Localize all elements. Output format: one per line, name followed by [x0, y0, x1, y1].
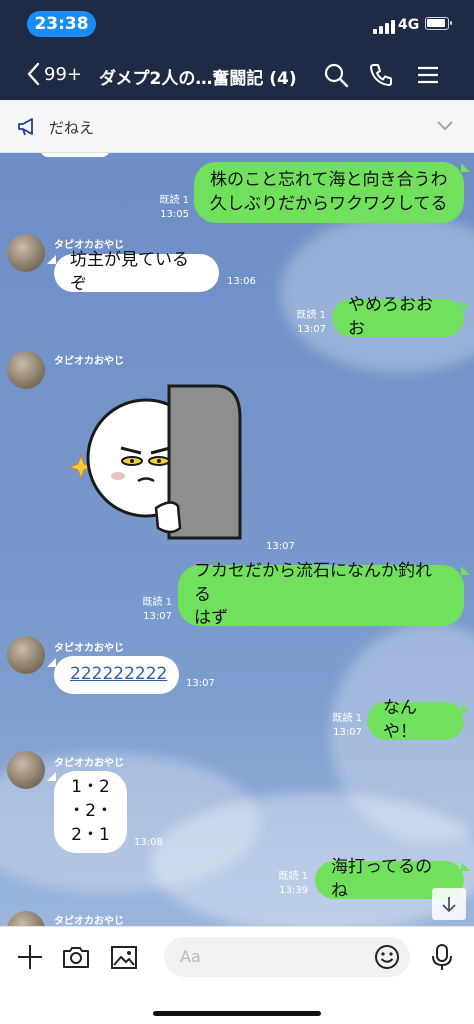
message-bubble-outgoing[interactable]: 株のこと忘れて海と向き合うわ 久しぶりだからワクワクしてる: [194, 162, 464, 223]
chat-header: 99+ ダメプ2人の…奮闘記 (4): [0, 46, 474, 100]
chevron-left-icon: [27, 62, 40, 86]
sender-name: タピオカおやじ: [54, 916, 124, 926]
message-bubble-incoming[interactable]: 1・2 ・2・ 2・1: [54, 771, 127, 853]
message-meta: 既読 1 13:39: [278, 871, 308, 896]
message-time: 13:07: [186, 678, 215, 689]
phone-number-link[interactable]: 222222222: [70, 663, 167, 687]
message-bubble-incoming[interactable]: 222222222: [54, 656, 179, 694]
search-icon[interactable]: [323, 62, 349, 88]
scroll-to-bottom-button[interactable]: [432, 888, 466, 920]
message-input[interactable]: Aa: [164, 937, 410, 977]
sticker[interactable]: [66, 378, 246, 548]
avatar[interactable]: [7, 636, 45, 674]
home-indicator: [153, 1011, 321, 1016]
sender-name: タピオカおやじ: [54, 643, 124, 654]
plus-icon[interactable]: [15, 942, 45, 972]
chevron-down-icon[interactable]: [436, 120, 454, 132]
arrow-down-icon: [442, 897, 456, 913]
emoji-icon[interactable]: [374, 944, 400, 970]
message-meta: 既読 1 13:07: [296, 310, 326, 335]
battery-icon: [425, 17, 452, 30]
microphone-icon[interactable]: [427, 942, 457, 972]
megaphone-icon: [18, 118, 33, 136]
network-label: 4G: [398, 17, 420, 33]
sender-name: タピオカおやじ: [54, 356, 124, 367]
message-time: 13:07: [266, 541, 295, 552]
status-bar: 23:38 4G: [0, 0, 474, 46]
previous-bubble: [40, 153, 110, 157]
message-bubble-outgoing[interactable]: やめろおおお: [332, 295, 464, 339]
chat-title[interactable]: ダメプ2人の…奮闘記 (4): [99, 64, 299, 89]
avatar[interactable]: [7, 351, 45, 389]
camera-icon[interactable]: [61, 942, 91, 972]
message-bubble-outgoing[interactable]: なんや！: [367, 698, 464, 742]
message-meta: 既読 1 13:07: [142, 597, 172, 622]
back-button[interactable]: 99+: [26, 60, 82, 88]
sender-name: タピオカおやじ: [54, 758, 124, 769]
input-placeholder: Aa: [180, 947, 201, 966]
input-bar: Aa: [0, 926, 474, 1024]
message-bubble-incoming[interactable]: 坊主が見ているぞ: [54, 250, 219, 294]
avatar[interactable]: [7, 911, 45, 926]
unread-count: 99+: [44, 63, 82, 85]
chat-area[interactable]: 既読 1 13:05 株のこと忘れて海と向き合うわ 久しぶりだからワクワクしてる タ…: [0, 153, 474, 926]
avatar[interactable]: [7, 751, 45, 789]
signal-icon: [373, 20, 395, 34]
status-time: 23:38: [27, 11, 96, 37]
phone-icon[interactable]: [368, 62, 394, 88]
message-bubble-outgoing[interactable]: フカセだから流石になんか釣れる はず: [178, 561, 464, 628]
announcement-text: だねえ: [49, 119, 95, 137]
message-time: 13:06: [227, 276, 256, 287]
image-icon[interactable]: [109, 942, 139, 972]
message-meta: 既読 1 13:07: [332, 713, 362, 738]
message-meta: 既読 1 13:05: [159, 195, 189, 220]
message-time: 13:08: [134, 837, 163, 848]
announcement-bar[interactable]: だねえ: [0, 100, 474, 153]
avatar[interactable]: [7, 234, 45, 272]
menu-icon[interactable]: [415, 62, 441, 88]
